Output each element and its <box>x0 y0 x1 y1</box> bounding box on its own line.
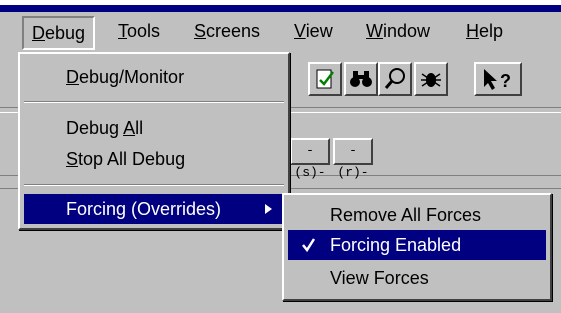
menu-separator <box>24 184 284 186</box>
check-icon <box>302 230 316 269</box>
magnifier-glyph <box>384 68 405 89</box>
magnifier-icon[interactable] <box>378 62 412 96</box>
menu-item-debug-monitor[interactable]: Debug/Monitor <box>66 62 184 92</box>
debug-menu: Debug/Monitor Debug All Stop All Debug F… <box>18 52 290 230</box>
bug-glyph <box>421 73 441 87</box>
forcing-submenu: Remove All Forces Forcing Enabled View F… <box>282 193 552 301</box>
ladder-s-button[interactable]: -(s)- <box>290 138 330 180</box>
menu-item-forcing-overrides[interactable]: Forcing (Overrides) <box>24 194 284 224</box>
menu-item-debug-all[interactable]: Debug All <box>66 113 143 143</box>
menu-debug[interactable]: Debug <box>22 16 96 50</box>
svg-text:?: ? <box>500 71 511 91</box>
menu-tools[interactable]: Tools <box>110 16 168 46</box>
help-pointer-icon[interactable]: ? <box>474 62 522 96</box>
menu-item-forcing-enabled[interactable]: Forcing Enabled <box>288 230 546 260</box>
document-check-glyph <box>316 69 334 89</box>
binoculars-glyph <box>350 71 372 87</box>
menu-item-stop-all-debug[interactable]: Stop All Debug <box>66 144 185 174</box>
menu-separator <box>24 101 284 103</box>
help-pointer-glyph: ? <box>484 69 511 91</box>
menu-view[interactable]: View <box>286 16 341 46</box>
title-bar <box>0 5 561 12</box>
bug-icon[interactable] <box>414 62 448 96</box>
submenu-arrow-icon <box>264 194 274 233</box>
menu-window[interactable]: Window <box>358 16 438 46</box>
menu-help[interactable]: Help <box>458 16 511 46</box>
ladder-r-button[interactable]: -(r)- <box>333 138 373 180</box>
menu-item-view-forces[interactable]: View Forces <box>330 263 429 293</box>
menu-screens[interactable]: Screens <box>186 16 268 46</box>
binoculars-icon[interactable] <box>344 62 378 96</box>
document-check-icon[interactable] <box>308 62 342 96</box>
menu-item-remove-all-forces[interactable]: Remove All Forces <box>330 200 481 230</box>
